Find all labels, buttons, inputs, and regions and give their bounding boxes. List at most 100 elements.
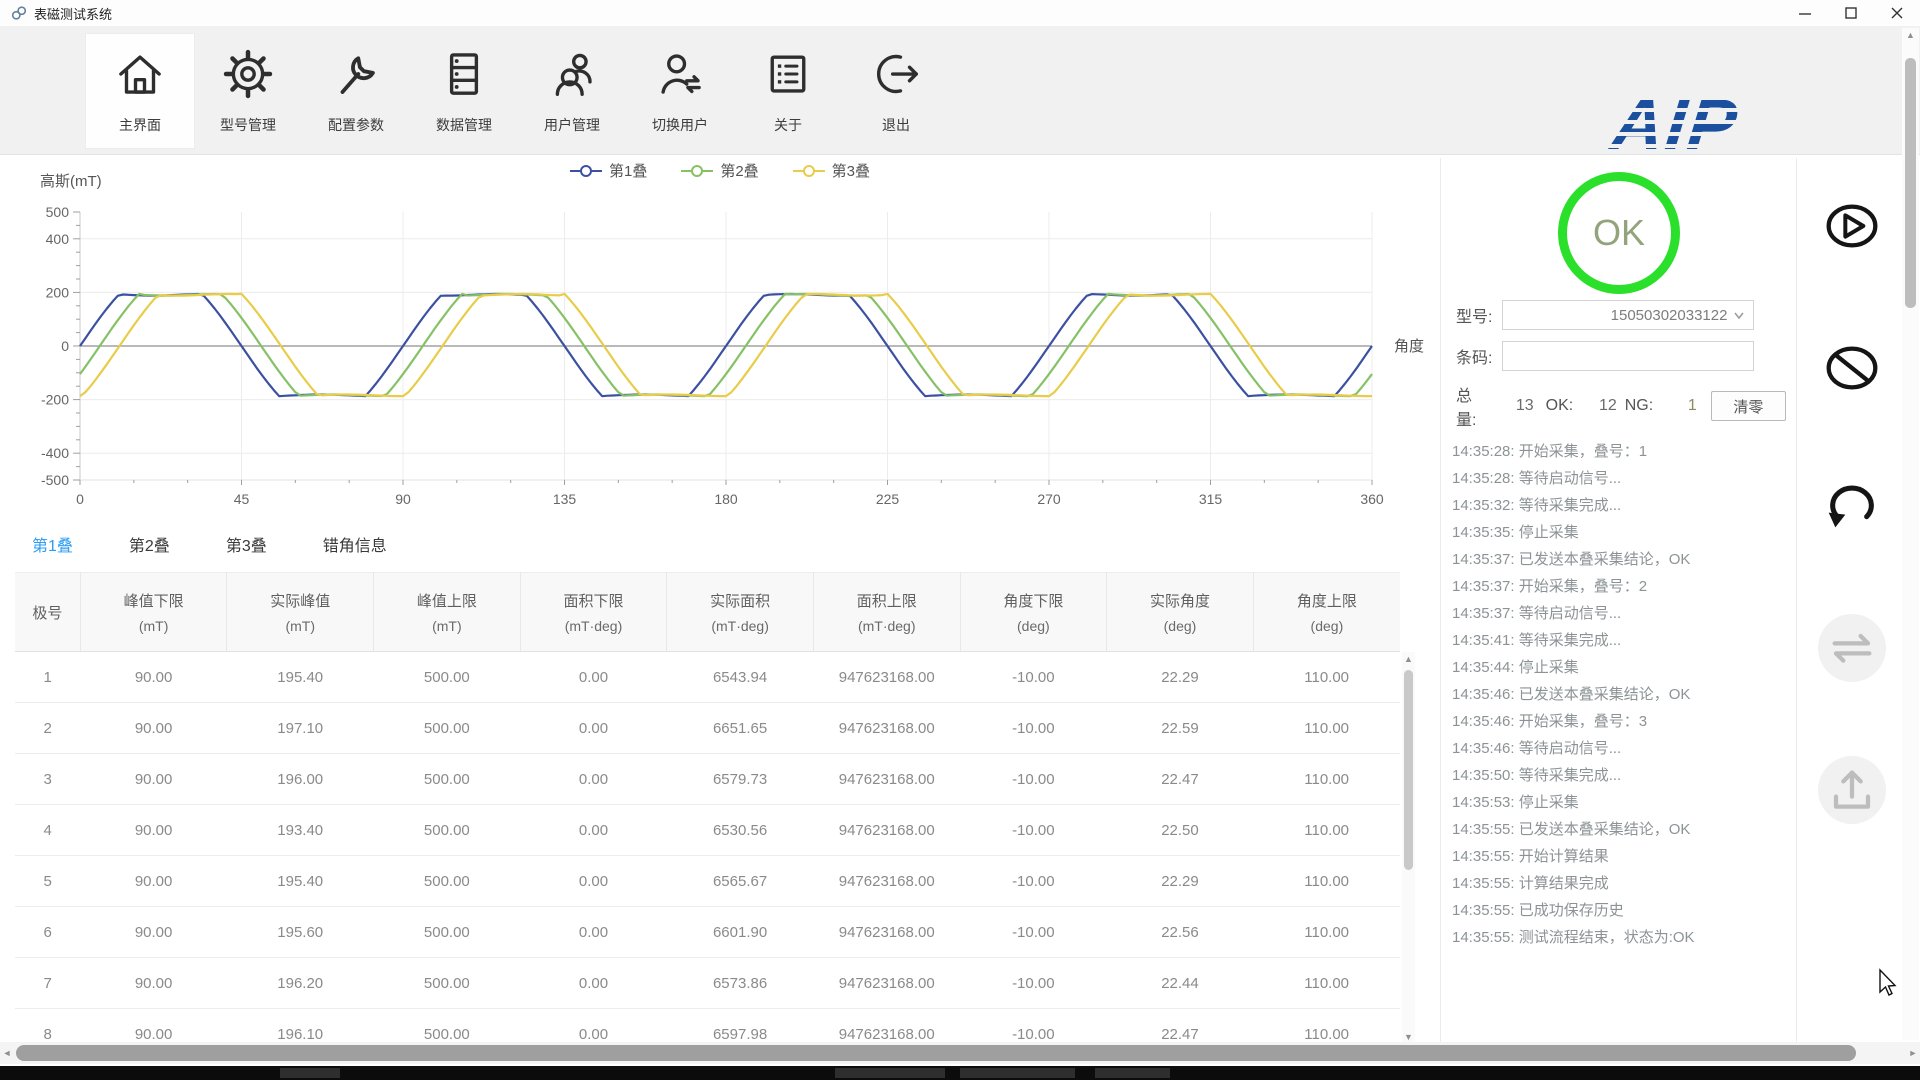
barcode-input[interactable]: [1502, 341, 1755, 371]
winscroll-thumb[interactable]: [1905, 58, 1916, 308]
stop-button[interactable]: [1818, 334, 1886, 402]
toolbar-item-7[interactable]: 关于: [734, 34, 842, 148]
table-cell: 90.00: [80, 804, 227, 856]
table-cell: 5: [15, 855, 81, 907]
table-cell: 110.00: [1253, 651, 1400, 703]
table-cell: 0.00: [520, 702, 667, 754]
column-header: 峰值上限 (mT): [373, 572, 521, 652]
table-cell: 500.00: [373, 906, 521, 958]
table-row[interactable]: 3 90.00 196.00 500.00 0.00 6579.73 947623168.0…: [15, 753, 1400, 805]
table-row[interactable]: 1 90.00 195.40 500.00 0.00 6543.94 947623168.0…: [15, 651, 1400, 703]
toolbar-item-label: 配置参数: [328, 117, 384, 133]
table-cell: 22.44: [1106, 957, 1254, 1009]
tab-2[interactable]: 第2叠: [123, 524, 176, 564]
column-header: 实际峰值 (mT): [226, 572, 375, 652]
toolbar-item-label: 用户管理: [544, 117, 600, 133]
table-cell: 947623168.00: [813, 855, 961, 907]
window-title: 表磁测试系统: [34, 6, 113, 22]
table-cell: -10.00: [960, 855, 1107, 907]
column-header: 极号: [15, 572, 81, 652]
column-header: 角度下限 (deg): [960, 572, 1108, 652]
chevron-down-icon: [1734, 312, 1745, 320]
svg-text:500: 500: [46, 204, 70, 220]
table-cell: 90.00: [80, 906, 227, 958]
tab-3[interactable]: 第3叠: [220, 524, 273, 564]
table-cell: 500.00: [373, 702, 521, 754]
toolbar-item-label: 关于: [774, 117, 802, 133]
users-icon: [545, 47, 599, 106]
toolbar-item-label: 退出: [882, 117, 910, 133]
scroll-down-icon[interactable]: ▼: [1402, 1032, 1415, 1042]
counter-row: 总量: 13 OK: 12 NG: 1 清零: [1456, 382, 1786, 430]
log-entry: 14:35:35: 停止采集: [1452, 524, 1579, 541]
toolbar-item-6[interactable]: 切换用户: [626, 34, 734, 148]
table-cell: 0.00: [520, 957, 667, 1009]
window-scrollbar[interactable]: ▲: [1902, 28, 1919, 1040]
table-cell: -10.00: [960, 651, 1107, 703]
toolbar-item-8[interactable]: 退出: [842, 34, 950, 148]
tab-1[interactable]: 第1叠: [26, 524, 79, 564]
toolbar-item-1[interactable]: 主界面: [86, 34, 194, 148]
maximize-button[interactable]: [1828, 0, 1874, 26]
table-cell: 500.00: [373, 651, 521, 703]
table-scroll-thumb[interactable]: [1404, 670, 1413, 870]
table-cell: 6565.67: [666, 855, 814, 907]
mouse-cursor: [1879, 968, 1897, 996]
tab-4[interactable]: 错角信息: [317, 524, 393, 564]
clear-button[interactable]: 清零: [1710, 391, 1786, 421]
svg-text:0: 0: [76, 491, 84, 507]
stack-tabs: 第1叠 第2叠 第3叠 错角信息: [26, 524, 393, 564]
table-cell: 500.00: [373, 855, 521, 907]
table-cell: 110.00: [1253, 702, 1400, 754]
svg-text:高斯(mT): 高斯(mT): [40, 173, 102, 190]
minimize-button[interactable]: [1782, 0, 1828, 26]
barcode-label: 条码:: [1456, 350, 1493, 367]
about-icon: [761, 47, 815, 106]
hscroll-left-icon[interactable]: ◄: [1, 1048, 13, 1058]
svg-text:90: 90: [395, 491, 411, 507]
ban-icon: [1820, 336, 1884, 400]
toolbar-item-5[interactable]: 用户管理: [518, 34, 626, 148]
toolbar-item-3[interactable]: 配置参数: [302, 34, 410, 148]
log-entry: 14:35:55: 计算结果完成: [1452, 875, 1609, 892]
table-cell: 22.29: [1106, 855, 1254, 907]
hscroll-thumb[interactable]: [16, 1045, 1856, 1061]
scroll-up-icon[interactable]: ▲: [1402, 654, 1415, 664]
ng-count: 1: [1687, 397, 1697, 414]
close-button[interactable]: [1874, 0, 1920, 26]
table-cell: -10.00: [960, 906, 1107, 958]
table-row[interactable]: 7 90.00 196.20 500.00 0.00 6573.86 947623168.0…: [15, 957, 1400, 1009]
table-cell: 196.20: [226, 957, 374, 1009]
result-text: OK: [1592, 212, 1645, 253]
log-entry: 14:35:37: 已发送本叠采集结论，OK: [1452, 551, 1691, 568]
table-scrollbar[interactable]: ▲ ▼: [1402, 652, 1415, 1044]
svg-text:200: 200: [46, 284, 70, 300]
winscroll-up-icon[interactable]: ▲: [1902, 30, 1919, 40]
table-cell: 500.00: [373, 804, 521, 856]
toolbar-item-4[interactable]: 数据管理: [410, 34, 518, 148]
model-select[interactable]: 15050302033122: [1502, 300, 1755, 330]
table-cell: 195.40: [226, 855, 374, 907]
table-row[interactable]: 4 90.00 193.40 500.00 0.00 6530.56 947623168.0…: [15, 804, 1400, 856]
hscroll-right-icon[interactable]: ►: [1907, 1048, 1919, 1058]
table-cell: 110.00: [1253, 855, 1400, 907]
column-header: 角度上限 (deg): [1253, 572, 1400, 652]
table-row[interactable]: 6 90.00 195.60 500.00 0.00 6601.90 947623168.0…: [15, 906, 1400, 958]
repeat-button[interactable]: [1818, 472, 1886, 540]
start-button[interactable]: [1818, 192, 1886, 260]
table-cell: 110.00: [1253, 906, 1400, 958]
table-cell: 90.00: [80, 651, 227, 703]
model-label: 型号:: [1456, 309, 1493, 326]
horizontal-scrollbar[interactable]: ◄ ►: [0, 1042, 1920, 1064]
table-cell: 0.00: [520, 855, 667, 907]
column-header: 面积下限 (mT·deg): [520, 572, 668, 652]
barcode-row: 条码:: [1456, 341, 1786, 371]
table-row[interactable]: 5 90.00 195.40 500.00 0.00 6565.67 947623168.0…: [15, 855, 1400, 907]
table-cell: 6543.94: [666, 651, 814, 703]
table-cell: 110.00: [1253, 753, 1400, 805]
toolbar-item-2[interactable]: 型号管理: [194, 34, 302, 148]
table-row[interactable]: 2 90.00 197.10 500.00 0.00 6651.65 947623168.0…: [15, 702, 1400, 754]
exit-icon: [869, 47, 923, 106]
log-entry: 14:35:50: 等待采集完成...: [1452, 767, 1622, 784]
table-cell: 947623168.00: [813, 957, 961, 1009]
